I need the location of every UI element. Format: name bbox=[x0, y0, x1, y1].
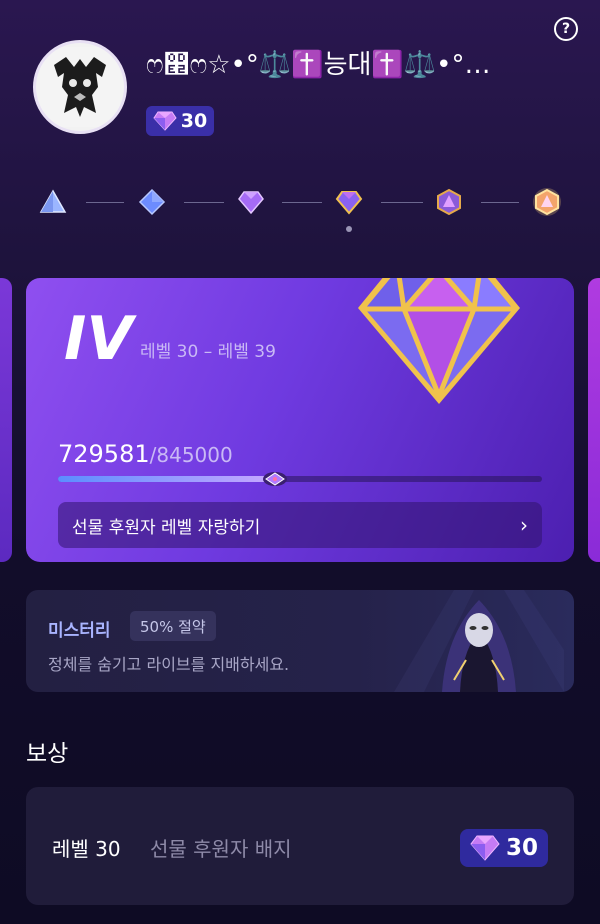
tier-roman-numeral: IV bbox=[64, 304, 133, 374]
tier-4-icon[interactable] bbox=[334, 185, 364, 219]
reward-level: 레벨 30 bbox=[52, 837, 121, 861]
username: ෆ෢ෆ☆•°⚖️✝️능대✝️⚖️•°… bbox=[146, 50, 491, 80]
prev-tier-card[interactable] bbox=[0, 278, 12, 562]
discount-badge: 50% 절약 bbox=[130, 611, 216, 641]
diamond-icon bbox=[153, 111, 177, 131]
mystery-title: 미스터리 bbox=[48, 621, 111, 641]
reward-item: 레벨 30 선물 후원자 배지 30 bbox=[26, 787, 574, 905]
tier-2-icon[interactable] bbox=[137, 185, 167, 219]
reward-name: 선물 후원자 배지 bbox=[150, 837, 292, 861]
mystery-description: 정체를 숨기고 라이브를 지배하세요. bbox=[48, 655, 290, 674]
chevron-right-icon: › bbox=[520, 513, 528, 537]
reward-badge-value: 30 bbox=[505, 835, 538, 861]
help-button[interactable]: ? bbox=[554, 17, 578, 41]
diamond-icon bbox=[470, 835, 500, 861]
level-badge: 30 bbox=[146, 106, 214, 136]
current-points: 729581 bbox=[58, 440, 150, 468]
share-level-label: 선물 후원자 레벨 자랑하기 bbox=[72, 517, 261, 538]
tier-gem-icon bbox=[358, 278, 520, 404]
tier-1-icon[interactable] bbox=[38, 185, 68, 219]
tier-3-icon[interactable] bbox=[236, 185, 266, 219]
avatar[interactable] bbox=[33, 40, 127, 134]
tier-5-icon[interactable] bbox=[434, 185, 464, 219]
rewards-section-title: 보상 bbox=[26, 741, 69, 767]
progress-fill bbox=[58, 476, 275, 482]
avatar-image bbox=[40, 47, 120, 127]
points-display: 729581/845000 bbox=[58, 440, 233, 468]
total-points: /845000 bbox=[149, 443, 233, 467]
next-tier-card[interactable] bbox=[588, 278, 600, 562]
tier-progression bbox=[0, 185, 600, 225]
current-tier-indicator bbox=[346, 226, 352, 232]
tier-6-icon[interactable] bbox=[532, 185, 562, 219]
share-level-button[interactable]: 선물 후원자 레벨 자랑하기 › bbox=[58, 502, 542, 548]
level-range: 레벨 30 – 레벨 39 bbox=[140, 342, 276, 362]
progress-bar bbox=[58, 472, 542, 486]
mystery-banner[interactable]: 미스터리 50% 절약 정체를 숨기고 라이브를 지배하세요. bbox=[26, 590, 574, 692]
tier-card: IV 레벨 30 – 레벨 39 729581/845000 선물 후원자 레벨… bbox=[26, 278, 574, 562]
level-badge-value: 30 bbox=[180, 110, 208, 132]
masked-figure-icon bbox=[394, 590, 564, 692]
progress-marker-icon bbox=[263, 472, 287, 486]
reward-badge: 30 bbox=[460, 829, 548, 867]
